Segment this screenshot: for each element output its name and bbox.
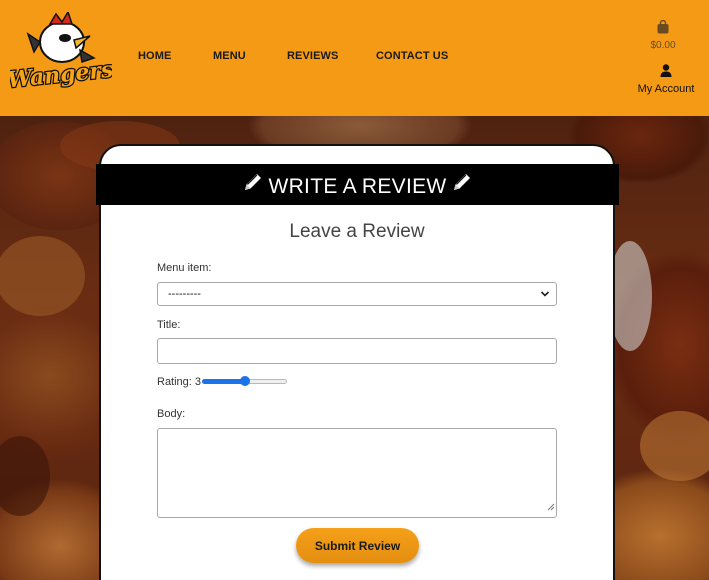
- nav-reviews-link[interactable]: REVIEWS: [287, 50, 338, 62]
- rating-slider[interactable]: [202, 375, 287, 387]
- pencil-icon: [451, 165, 473, 208]
- body-label: Body:: [157, 408, 186, 420]
- resize-grip-icon[interactable]: [547, 498, 555, 516]
- menu-item-selected-value: ---------: [168, 288, 201, 300]
- form-heading: Leave a Review: [289, 221, 425, 242]
- main-nav: HOME MENU REVIEWS CONTACT US: [0, 50, 709, 66]
- user-icon: [660, 64, 672, 81]
- nav-contact-link[interactable]: CONTACT US: [376, 50, 448, 62]
- rating-label: Rating: 3: [157, 376, 202, 388]
- slider-fill: [202, 379, 245, 384]
- cart-amount: $0.00: [650, 40, 676, 51]
- pencil-icon: [242, 165, 264, 208]
- review-banner: WRITE A REVIEW: [96, 164, 619, 205]
- banner-title: WRITE A REVIEW: [268, 174, 447, 198]
- submit-review-button[interactable]: Submit Review: [296, 528, 419, 563]
- title-label: Title:: [157, 319, 181, 331]
- chevron-down-icon: [540, 287, 550, 309]
- title-input[interactable]: [157, 338, 557, 364]
- account-link[interactable]: My Account: [632, 64, 700, 95]
- cart-link[interactable]: $0.00: [640, 19, 686, 51]
- slider-thumb[interactable]: [240, 376, 250, 386]
- nav-home-link[interactable]: HOME: [138, 50, 171, 62]
- body-textarea[interactable]: [157, 428, 557, 518]
- menu-item-label: Menu item:: [157, 262, 212, 274]
- nav-menu-link[interactable]: MENU: [213, 50, 246, 62]
- account-label: My Account: [637, 83, 695, 95]
- menu-item-select[interactable]: ---------: [157, 282, 557, 306]
- site-header: Wangers HOME MENU REVIEWS CONTACT US $0.…: [0, 0, 709, 116]
- shopping-bag-icon: [657, 19, 669, 38]
